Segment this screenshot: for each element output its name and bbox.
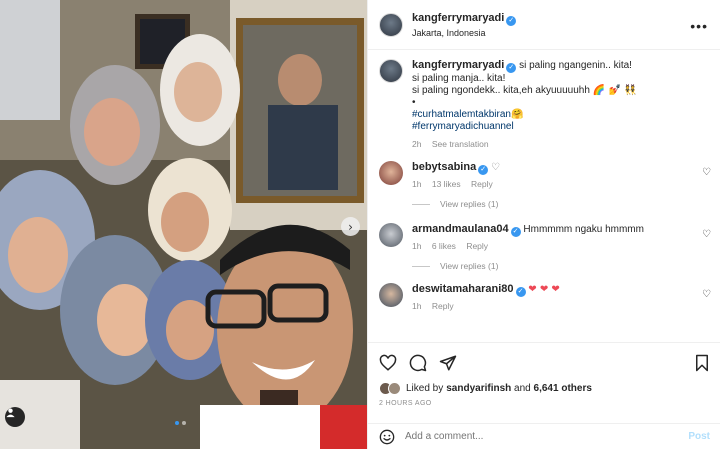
caption-username[interactable]: kangferrymaryadi: [412, 59, 504, 71]
commenter-avatar[interactable]: [379, 161, 403, 185]
liker-avatar[interactable]: [388, 382, 401, 395]
caption-line-3: si paling ngondekk.. kita,eh akyuuuuuhh: [412, 85, 590, 96]
see-translation-link[interactable]: See translation: [432, 139, 489, 149]
post-caption: kangferrymaryadi ✓ si paling ngangenin.. …: [368, 51, 720, 150]
reply-button[interactable]: Reply: [432, 301, 454, 311]
caption-bullet: •: [412, 97, 416, 108]
comment-item: armandmaulana04 ✓ Hmmmmm ngaku hmmmm 1h 6…: [368, 223, 720, 253]
heart-icon[interactable]: [379, 354, 397, 372]
post-time-ago[interactable]: 2 HOURS AGO: [379, 400, 710, 407]
view-replies-button[interactable]: View replies (1): [368, 261, 720, 271]
comment-text: ❤ ❤ ❤: [528, 284, 560, 295]
carousel-dot-1: [175, 421, 179, 425]
comment-likes[interactable]: 6 likes: [432, 241, 456, 251]
author-avatar[interactable]: [379, 12, 403, 37]
verified-badge-icon: ✓: [506, 15, 517, 26]
view-replies-label: View replies (1): [440, 261, 499, 271]
person-icon: [6, 408, 15, 418]
carousel-indicator: [175, 421, 186, 425]
divider: [412, 265, 430, 267]
comment-text: ♡: [490, 162, 500, 173]
carousel-dot-2: [182, 421, 186, 425]
smiley-icon[interactable]: [379, 429, 395, 445]
liker-username[interactable]: sandyarifinsh: [446, 383, 511, 394]
likes-summary: Liked by sandyarifinsh and 6,641 others: [379, 382, 710, 395]
bookmark-icon[interactable]: [694, 354, 710, 372]
view-replies-label: View replies (1): [440, 199, 499, 209]
comment-time: 1h: [412, 179, 422, 189]
tagged-users-button[interactable]: [5, 407, 25, 427]
post-side-panel: kangferrymaryadi ✓ Jakarta, Indonesia •••…: [367, 0, 720, 449]
reply-button[interactable]: Reply: [466, 241, 488, 251]
share-icon[interactable]: [439, 354, 457, 372]
post-actions: Liked by sandyarifinsh and 6,641 others …: [368, 342, 720, 407]
verified-badge-icon: ✓: [515, 287, 526, 297]
heart-icon[interactable]: ♡: [702, 229, 711, 240]
reply-button[interactable]: Reply: [471, 179, 493, 189]
post-location[interactable]: Jakarta, Indonesia: [412, 26, 516, 40]
divider: [412, 203, 430, 205]
verified-badge-icon: ✓: [478, 165, 489, 175]
add-comment-bar: Post: [368, 423, 720, 449]
caption-line-1: si paling ngangenin.. kita!: [516, 60, 632, 71]
caption-emoji: 🌈 💅 👯: [592, 85, 637, 96]
view-replies-button[interactable]: View replies (1): [368, 199, 720, 209]
caption-author-avatar[interactable]: [379, 59, 403, 83]
hashtag-link[interactable]: #curhatmalemtakbiran: [412, 109, 511, 120]
likes-prefix: Liked by: [406, 383, 444, 394]
commenter-username[interactable]: armandmaulana04: [412, 223, 509, 235]
comment-likes[interactable]: 13 likes: [432, 179, 461, 189]
commenter-avatar[interactable]: [379, 283, 403, 307]
post-comment-button[interactable]: Post: [688, 431, 710, 442]
ellipsis-icon[interactable]: •••: [690, 18, 708, 34]
post-header: kangferrymaryadi ✓ Jakarta, Indonesia •••: [368, 0, 720, 50]
heart-icon[interactable]: ♡: [702, 167, 711, 178]
comment-time: 1h: [412, 241, 422, 251]
caption-time: 2h: [412, 139, 422, 149]
photo-illustration: [0, 0, 367, 449]
likes-middle: and: [511, 383, 534, 394]
commenter-username[interactable]: deswitamaharani80: [412, 283, 514, 295]
comment-input[interactable]: [405, 431, 689, 442]
hug-emoji: 🤗: [510, 109, 524, 120]
comment-icon[interactable]: [409, 354, 427, 372]
verified-badge-icon: ✓: [510, 227, 521, 237]
post-photo[interactable]: ›: [0, 0, 367, 449]
comment-item: deswitamaharani80 ✓ ❤ ❤ ❤ 1h Reply ♡: [368, 283, 720, 313]
verified-badge-icon: ✓: [506, 63, 517, 73]
hashtag-link[interactable]: #ferrymaryadichuannel: [412, 121, 637, 133]
commenter-avatar[interactable]: [379, 223, 403, 247]
heart-icon[interactable]: ♡: [702, 289, 711, 300]
likes-count[interactable]: 6,641 others: [534, 383, 592, 394]
comment-item: bebytsabina ✓ ♡ 1h 13 likes Reply ♡: [368, 161, 720, 191]
caption-line-2: si paling manja.. kita!: [412, 73, 506, 84]
comment-time: 1h: [412, 301, 422, 311]
comments-scroll-area[interactable]: kangferrymaryadi ✓ si paling ngangenin.. …: [368, 51, 720, 341]
comment-text: Hmmmmm ngaku hmmmm: [523, 224, 644, 235]
commenter-username[interactable]: bebytsabina: [412, 161, 476, 173]
carousel-next-button[interactable]: ›: [341, 217, 360, 236]
author-username[interactable]: kangferrymaryadi: [412, 12, 504, 24]
